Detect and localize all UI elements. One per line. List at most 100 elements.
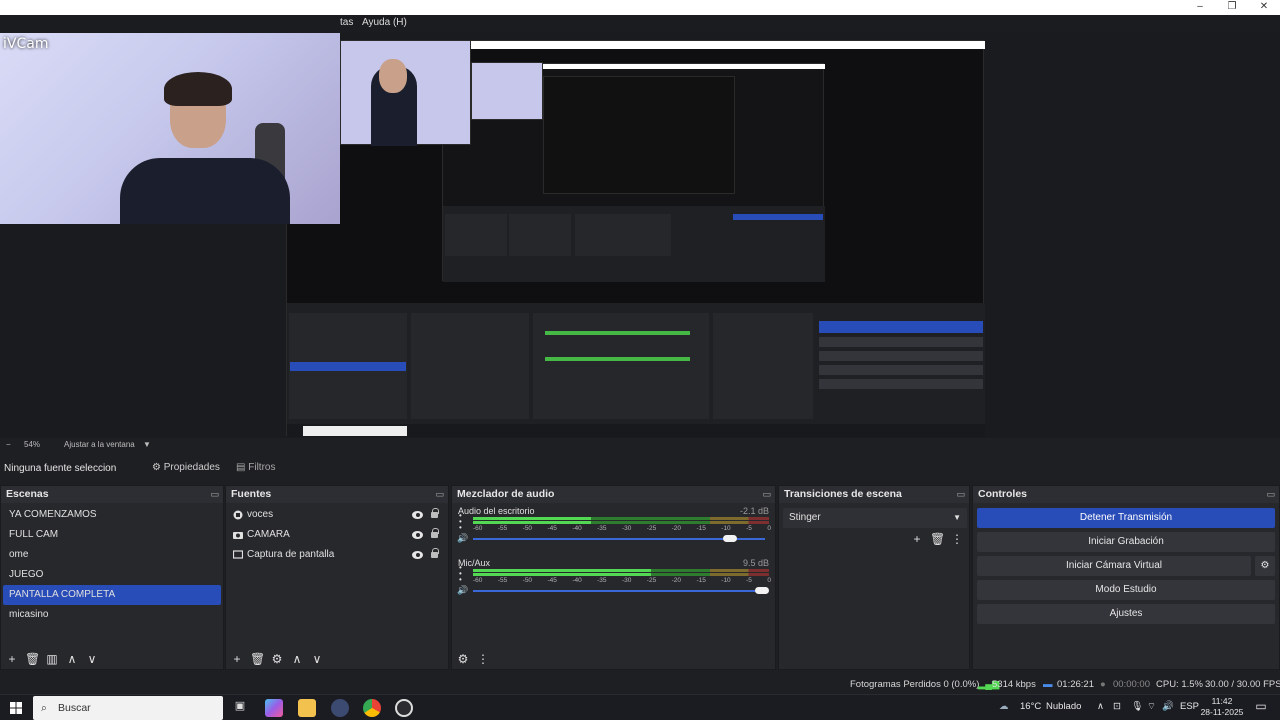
scene-item[interactable]: micasino (3, 605, 221, 625)
copilot-icon[interactable] (265, 699, 283, 717)
obs-active-icon[interactable] (395, 699, 413, 717)
dock-float-icon[interactable]: ▭ (435, 486, 444, 503)
tray-chevron-icon[interactable]: ∧ (1097, 701, 1104, 712)
meter-ticks: -60 -55 -50 -45 -40 -35 -30 -25 -20 -15 -10 -5 0 (473, 525, 771, 532)
start-recording-button[interactable]: Iniciar Grabación (977, 532, 1275, 552)
windows-start-icon[interactable] (10, 702, 22, 714)
display-icon (233, 550, 243, 559)
dock-float-icon[interactable]: ▭ (762, 486, 771, 503)
speaker-icon[interactable]: 🔊 (457, 534, 468, 543)
lock-icon[interactable] (431, 508, 439, 518)
zoom-out-button[interactable]: − (6, 440, 11, 449)
track-menu-icon[interactable]: • • • (459, 512, 462, 532)
close-icon[interactable]: ✕ (1248, 0, 1280, 15)
source-item[interactable]: CAMARA (226, 525, 448, 545)
studio-mode-button[interactable]: Modo Estudio (977, 580, 1275, 600)
windows-taskbar: ⌕ Buscar ▣ ☁ 16°C Nublado ∧ ⊡ 🎙 ⌔ 🔊 ESP … (0, 694, 1280, 720)
gear-icon[interactable]: ⚙ (270, 652, 284, 666)
clock[interactable]: 11:42 28-11-2025 (1198, 696, 1246, 718)
zoom-level: 54% (24, 440, 41, 449)
controls-title: Controles (978, 488, 1028, 500)
transition-select[interactable]: Stinger ▼ (783, 508, 967, 528)
dock-float-icon[interactable]: ▭ (210, 486, 219, 503)
maximize-icon[interactable]: ❐ (1216, 0, 1248, 15)
trash-icon[interactable]: 🗑 (25, 652, 40, 666)
dock-float-icon[interactable]: ▭ (1266, 486, 1275, 503)
track-menu-icon[interactable]: • • • (459, 564, 462, 584)
taskbar-search[interactable]: ⌕ Buscar (33, 696, 223, 720)
cpu-usage: CPU: 1.5% (1156, 679, 1203, 690)
trash-icon[interactable]: 🗑 (250, 652, 265, 666)
transitions-dock: Transiciones de escena ▭ Stinger ▼ + 🗑 ⋮ (778, 485, 970, 670)
volume-slider[interactable] (473, 587, 770, 594)
scene-item[interactable]: FULL CAM (3, 525, 221, 545)
dock-float-icon[interactable]: ▭ (956, 486, 965, 503)
source-item[interactable]: Captura de pantalla (226, 545, 448, 565)
properties-button[interactable]: ⚙ Propiedades (146, 458, 226, 478)
move-down-icon[interactable]: ∨ (85, 652, 99, 666)
language-indicator[interactable]: ESP (1180, 701, 1199, 712)
weather-icon: ☁ (999, 701, 1009, 712)
notifications-icon[interactable]: ▭ (1252, 699, 1270, 717)
transition-menu-icon[interactable]: ⋮ (950, 532, 964, 546)
sources-dock: Fuentes ▭ voces CAMARA Captura de pantal… (225, 485, 449, 670)
scene-filters-icon[interactable]: ▥ (45, 652, 59, 666)
track-name: Mic/Aux (458, 558, 491, 568)
scene-item-active[interactable]: PANTALLA COMPLETA (3, 585, 221, 605)
dropped-frames: Fotogramas Perdidos 0 (0.0%) (850, 679, 980, 690)
gear-icon[interactable]: ⚙ (1255, 556, 1275, 576)
webcam-person (120, 72, 290, 224)
trash-icon[interactable]: 🗑 (930, 532, 945, 546)
stop-stream-button[interactable]: Detener Transmisión (977, 508, 1275, 528)
task-view-icon[interactable]: ▣ (231, 699, 249, 717)
mixer-menu-icon[interactable]: ⋮ (476, 652, 490, 666)
level-meter (473, 569, 769, 572)
move-up-icon[interactable]: ∧ (65, 652, 79, 666)
eye-icon[interactable] (412, 551, 423, 559)
menu-help[interactable]: Ayuda (H) (362, 17, 407, 28)
gear-icon: ⚙ (152, 462, 164, 473)
source-item[interactable]: voces (226, 505, 448, 525)
mic-icon[interactable]: 🎙 (1131, 701, 1143, 712)
lock-icon[interactable] (431, 548, 439, 558)
move-down-icon[interactable]: ∨ (310, 652, 324, 666)
track-db: -2.1 dB (739, 506, 769, 516)
move-up-icon[interactable]: ∧ (290, 652, 304, 666)
wifi-icon[interactable]: ⌔ (1147, 701, 1156, 712)
scene-item[interactable]: JUEGO (3, 565, 221, 585)
mixer-settings-icon[interactable]: ⚙ (456, 652, 470, 666)
weather-desc: Nublado (1046, 701, 1082, 712)
stream-time: 01:26:21 (1057, 679, 1094, 690)
search-icon: ⌕ (41, 702, 47, 714)
scene-item[interactable]: ome (3, 545, 221, 565)
minimize-icon[interactable]: – (1184, 0, 1216, 15)
camera-icon (233, 532, 243, 539)
fit-window-label[interactable]: Ajustar a la ventana (64, 440, 135, 449)
add-source-button[interactable]: + (230, 652, 244, 666)
volume-icon[interactable]: 🔊 (1162, 701, 1174, 712)
eye-icon[interactable] (412, 531, 423, 539)
volume-slider[interactable] (473, 535, 765, 542)
selected-source-label: Ninguna fuente seleccionada (4, 463, 116, 474)
fit-dropdown-icon[interactable]: ▼ (143, 440, 151, 449)
status-bar: Fotogramas Perdidos 0 (0.0%) ▂▄▆ 5314 kb… (0, 674, 1280, 694)
scene-item[interactable]: YA COMENZAMOS (3, 505, 221, 525)
audio-icon (233, 510, 243, 520)
preview-canvas[interactable]: iVCam (0, 33, 1280, 438)
lock-icon[interactable] (431, 528, 439, 538)
settings-button[interactable]: Ajustes (977, 604, 1275, 624)
obs-app-icon[interactable] (331, 699, 349, 717)
network-icon[interactable]: ⊡ (1113, 701, 1121, 712)
file-explorer-icon[interactable] (298, 699, 316, 717)
record-time: 00:00:00 (1113, 679, 1150, 690)
virtual-camera-button[interactable]: Iniciar Cámara Virtual (977, 556, 1251, 576)
zoom-bar: − 54% Ajustar a la ventana ▼ (0, 438, 1280, 452)
weather-temp: 16°C (1020, 701, 1042, 712)
eye-icon[interactable] (412, 511, 423, 519)
filters-button[interactable]: ▤ Filtros (230, 458, 281, 478)
add-transition-button[interactable]: + (910, 532, 924, 546)
speaker-icon[interactable]: 🔊 (457, 586, 468, 595)
add-scene-button[interactable]: + (5, 652, 19, 666)
menu-tools[interactable]: tas (340, 17, 353, 28)
chrome-icon[interactable] (363, 699, 381, 717)
